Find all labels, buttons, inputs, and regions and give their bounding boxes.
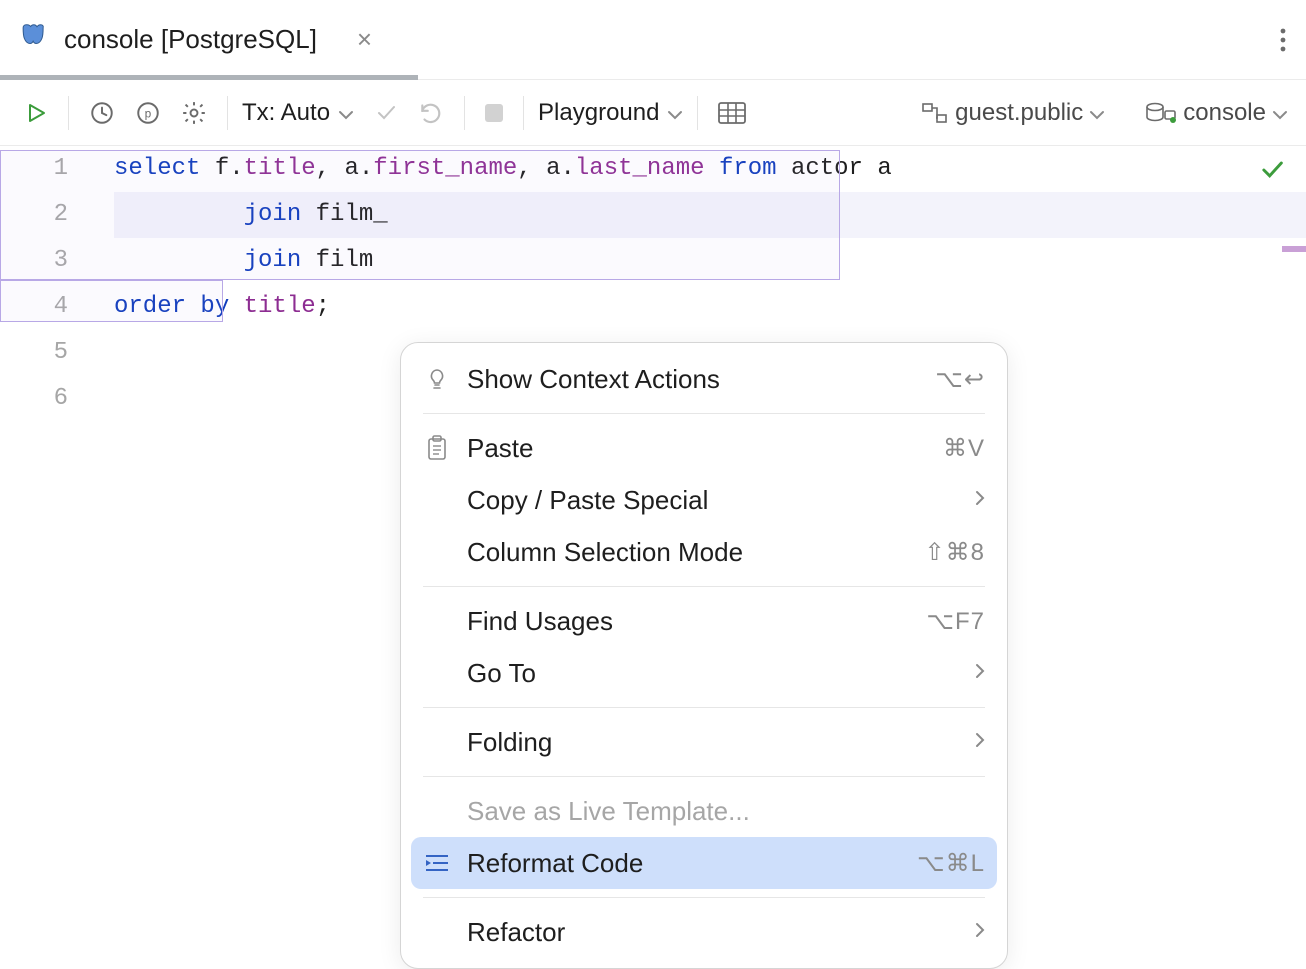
- session-label: console: [1183, 99, 1266, 127]
- chevron-right-icon: [975, 921, 985, 944]
- schema-dropdown[interactable]: guest.public: [921, 99, 1105, 127]
- svg-text:p: p: [144, 107, 151, 121]
- menu-separator: [423, 897, 985, 898]
- mode-dropdown[interactable]: Playground: [538, 99, 683, 127]
- menu-item-label: Show Context Actions: [467, 364, 919, 395]
- close-tab-icon[interactable]: ×: [357, 24, 372, 55]
- schema-icon: [921, 102, 949, 124]
- menu-item-go-to[interactable]: Go To: [401, 647, 1007, 699]
- menu-shortcut: ⌘V: [943, 434, 985, 463]
- lightbulb-icon: [423, 367, 451, 391]
- menu-item-save-as-live-template: Save as Live Template...: [401, 785, 1007, 837]
- line-number: 4: [0, 284, 104, 330]
- toolbar-divider: [227, 96, 228, 130]
- tab-bar: console [PostgreSQL] ×: [0, 0, 1306, 80]
- menu-item-label: Folding: [467, 727, 959, 758]
- menu-separator: [423, 586, 985, 587]
- menu-item-refactor[interactable]: Refactor: [401, 906, 1007, 958]
- chevron-right-icon: [975, 662, 985, 685]
- tab-more-icon[interactable]: [1280, 27, 1286, 53]
- code-line[interactable]: join film_: [114, 192, 1306, 238]
- editor-tab[interactable]: console [PostgreSQL] ×: [20, 21, 372, 58]
- schema-label: guest.public: [955, 99, 1083, 127]
- menu-shortcut: ⇧⌘8: [925, 538, 985, 567]
- tab-underline: [0, 75, 418, 80]
- menu-item-label: Column Selection Mode: [467, 537, 909, 568]
- table-view-icon[interactable]: [712, 98, 752, 128]
- editor-context-menu: Show Context Actions ⌥↩ Paste ⌘V Copy / Past…: [400, 342, 1008, 969]
- chevron-down-icon: [1272, 99, 1288, 127]
- tab-title: console [PostgreSQL]: [64, 24, 317, 55]
- clipboard-icon: [423, 435, 451, 461]
- menu-separator: [423, 413, 985, 414]
- inspection-ok-icon[interactable]: [1258, 156, 1286, 189]
- menu-item-label: Copy / Paste Special: [467, 485, 959, 516]
- menu-item-label: Paste: [467, 433, 927, 464]
- menu-item-label: Refactor: [467, 917, 959, 948]
- history-icon[interactable]: [83, 96, 121, 130]
- toolbar-divider: [464, 96, 465, 130]
- chevron-down-icon: [667, 99, 683, 127]
- rollback-icon[interactable]: [412, 96, 450, 130]
- run-button[interactable]: [18, 97, 54, 129]
- menu-shortcut: ⌥⌘L: [917, 849, 985, 878]
- session-icon: [1145, 102, 1177, 124]
- menu-item-folding[interactable]: Folding: [401, 716, 1007, 768]
- plan-icon[interactable]: p: [129, 96, 167, 130]
- menu-item-show-context-actions[interactable]: Show Context Actions ⌥↩: [401, 353, 1007, 405]
- code-line[interactable]: select f.title, a.first_name, a.last_nam…: [114, 146, 1306, 192]
- menu-item-find-usages[interactable]: Find Usages ⌥F7: [401, 595, 1007, 647]
- menu-item-paste[interactable]: Paste ⌘V: [401, 422, 1007, 474]
- right-stripe-marker[interactable]: [1282, 246, 1306, 252]
- menu-shortcut: ⌥F7: [926, 607, 985, 636]
- settings-icon[interactable]: [175, 96, 213, 130]
- menu-shortcut: ⌥↩: [935, 365, 985, 394]
- toolbar-divider: [68, 96, 69, 130]
- code-line[interactable]: join film: [114, 238, 1306, 284]
- menu-item-label: Save as Live Template...: [467, 796, 985, 827]
- line-number: 1: [0, 146, 104, 192]
- menu-item-label: Find Usages: [467, 606, 910, 637]
- stop-button[interactable]: [479, 100, 509, 126]
- chevron-right-icon: [975, 489, 985, 512]
- commit-icon[interactable]: [368, 97, 404, 129]
- menu-item-copy-paste-special[interactable]: Copy / Paste Special: [401, 474, 1007, 526]
- line-number: 6: [0, 376, 104, 422]
- mode-label: Playground: [538, 99, 659, 127]
- menu-item-reformat-code[interactable]: Reformat Code ⌥⌘L: [411, 837, 997, 889]
- menu-separator: [423, 707, 985, 708]
- chevron-right-icon: [975, 731, 985, 754]
- toolbar-divider: [523, 96, 524, 130]
- chevron-down-icon: [338, 99, 354, 127]
- toolbar: p Tx: Auto Playground guest.public: [0, 80, 1306, 146]
- menu-item-label: Go To: [467, 658, 959, 689]
- code-editor[interactable]: 123456 select f.title, a.first_name, a.l…: [0, 146, 1306, 800]
- line-number: 2: [0, 192, 104, 238]
- tx-mode-label: Tx: Auto: [242, 99, 330, 127]
- menu-separator: [423, 776, 985, 777]
- session-dropdown[interactable]: console: [1145, 99, 1288, 127]
- menu-item-label: Reformat Code: [467, 848, 901, 879]
- chevron-down-icon: [1089, 99, 1105, 127]
- postgres-icon: [20, 21, 50, 58]
- menu-item-column-selection-mode[interactable]: Column Selection Mode ⇧⌘8: [401, 526, 1007, 578]
- gutter: 123456: [0, 146, 104, 800]
- line-number: 5: [0, 330, 104, 376]
- code-line[interactable]: order by title;: [114, 284, 1306, 330]
- tx-mode-dropdown[interactable]: Tx: Auto: [242, 99, 354, 127]
- indent-icon: [423, 853, 451, 873]
- line-number: 3: [0, 238, 104, 284]
- toolbar-divider: [697, 96, 698, 130]
